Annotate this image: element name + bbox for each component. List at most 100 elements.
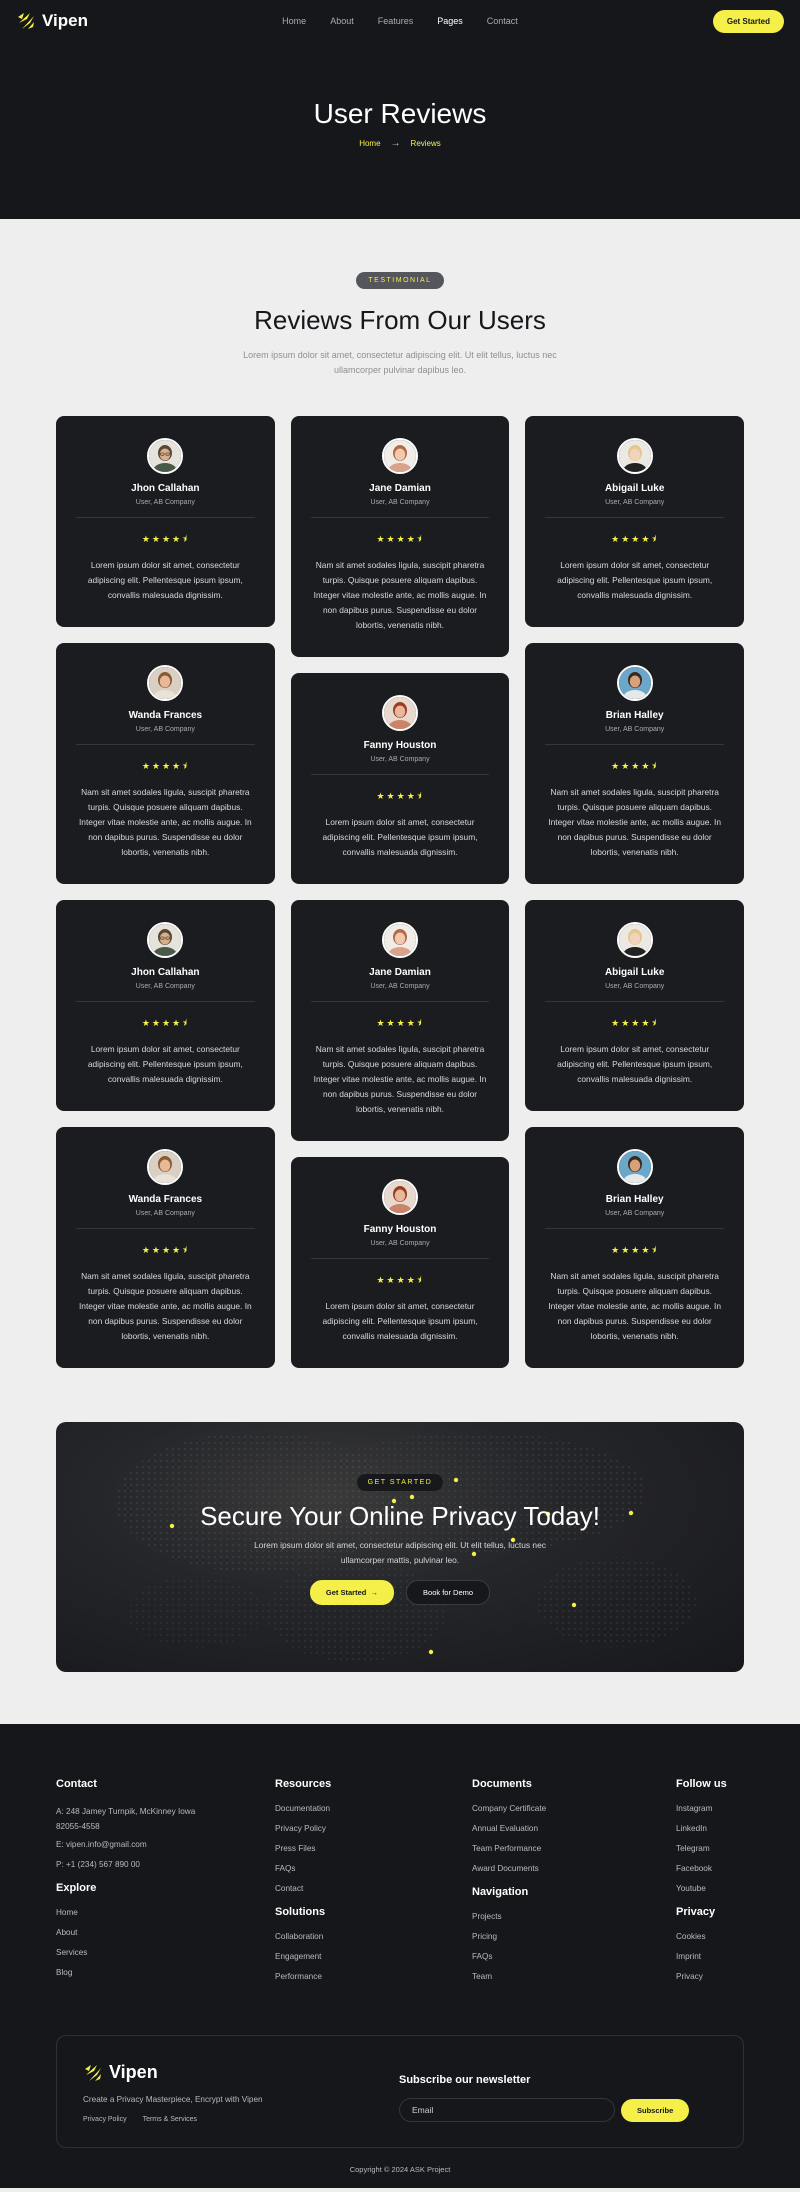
footer-link[interactable]: Facebook: [676, 1864, 744, 1874]
woman-curly-avatar-icon: [147, 665, 184, 701]
review-text: Nam sit amet sodales ligula, suscipit ph…: [313, 1044, 487, 1114]
card-divider: [545, 1228, 725, 1229]
footer-link[interactable]: Press Files: [275, 1844, 472, 1854]
footer-link[interactable]: LinkedIn: [676, 1824, 744, 1834]
footer-link[interactable]: Privacy: [676, 1972, 744, 1982]
footer-link[interactable]: Collaboration: [275, 1932, 472, 1942]
review-column-left: Jhon Callahan User, AB Company ★★★★⯨ Lor…: [56, 416, 275, 1368]
footer-logo[interactable]: Vipen: [83, 2062, 399, 2083]
card-divider: [76, 517, 255, 518]
footer-link[interactable]: Pricing: [472, 1932, 676, 1942]
follow-heading: Follow us: [676, 1778, 727, 1790]
footer-tagline: Create a Privacy Masterpiece, Encrypt wi…: [83, 2095, 263, 2104]
nav-contact[interactable]: Contact: [487, 16, 518, 26]
nav-about[interactable]: About: [330, 16, 354, 26]
cta-get-started-button[interactable]: Get Started →: [309, 1580, 395, 1605]
cta-buttons: Get Started → Book for Demo: [56, 1580, 744, 1605]
footer-link[interactable]: Performance: [275, 1972, 472, 1982]
footer-link[interactable]: Projects: [472, 1912, 676, 1922]
footer-link[interactable]: Team Performance: [472, 1844, 676, 1854]
footer-link[interactable]: Home: [56, 1908, 275, 1918]
newsletter-title: Subscribe our newsletter: [399, 2074, 531, 2086]
breadcrumb-home[interactable]: Home: [359, 139, 380, 148]
footer-col-contact: Contact A: 248 Jamey Turnpik, McKinney I…: [56, 1778, 275, 1992]
documents-links: Company Certificate Annual Evaluation Team…: [472, 1804, 676, 1874]
subscribe-button[interactable]: Subscribe: [621, 2098, 690, 2122]
contact-phone[interactable]: P: +1 (234) 567 890 00: [56, 1860, 275, 1870]
footer-link[interactable]: Youtube: [676, 1884, 744, 1894]
brand-name: Vipen: [42, 11, 88, 30]
newsletter-email-input[interactable]: [399, 2098, 615, 2122]
get-started-button[interactable]: Get Started: [712, 9, 784, 33]
reviewer-role: User, AB Company: [135, 726, 195, 733]
review-card: Brian Halley User, AB Company ★★★★⯨ Nam …: [525, 643, 745, 884]
reviewer-role: User, AB Company: [135, 983, 195, 990]
page-title: User Reviews: [313, 98, 487, 129]
footer-link[interactable]: About: [56, 1928, 275, 1938]
reviewer-name: Wanda Frances: [128, 1194, 203, 1205]
privacy-policy-link[interactable]: Privacy Policy: [83, 2116, 127, 2123]
explore-links: Home About Services Blog: [56, 1908, 275, 1978]
man-glasses-avatar-icon: [147, 922, 184, 958]
book-demo-button[interactable]: Book for Demo: [406, 1580, 491, 1605]
top-nav: Vipen Home About Features Pages Contact …: [0, 0, 800, 42]
nav-features[interactable]: Features: [378, 16, 414, 26]
footer-link[interactable]: Annual Evaluation: [472, 1824, 676, 1834]
footer-newsletter-box: Vipen Create a Privacy Masterpiece, Encr…: [56, 2035, 744, 2148]
footer-legal-links: Privacy Policy Terms & Services: [83, 2116, 399, 2123]
newsletter: Subscribe our newsletter Subscribe: [399, 2062, 717, 2123]
reviewer-role: User, AB Company: [135, 499, 195, 506]
page-header: Vipen Home About Features Pages Contact …: [0, 0, 800, 219]
woman-redhead-avatar-icon: [382, 1179, 418, 1215]
footer-link[interactable]: Company Certificate: [472, 1804, 676, 1814]
terms-link[interactable]: Terms & Services: [143, 2116, 197, 2123]
star-rating-icon: ★★★★⯨: [141, 761, 189, 771]
woman-avatar-icon: [382, 922, 418, 958]
vipen-logo-icon: [18, 13, 34, 29]
cta-title: Secure Your Online Privacy Today!: [200, 1501, 600, 1531]
contact-email[interactable]: E: vipen.info@gmail.com: [56, 1840, 275, 1850]
review-card: Abigail Luke User, AB Company ★★★★⯨ Lore…: [525, 416, 745, 627]
nav-home[interactable]: Home: [282, 16, 306, 26]
footer-link[interactable]: FAQs: [275, 1864, 472, 1874]
star-rating-icon: ★★★★⯨: [141, 1245, 189, 1255]
review-card: Fanny Houston User, AB Company ★★★★⯨ Lor…: [290, 673, 510, 884]
testimonials-section: TESTIMONIAL Reviews From Our Users Lorem…: [0, 219, 800, 1422]
card-divider: [310, 1001, 490, 1002]
footer-link[interactable]: Instagram: [676, 1804, 744, 1814]
solutions-links: Collaboration Engagement Performance: [275, 1932, 472, 1982]
footer-link[interactable]: Privacy Policy: [275, 1824, 472, 1834]
man-smiling-avatar-icon: [616, 1149, 653, 1185]
reviewer-name: Abigail Luke: [604, 483, 665, 494]
footer-link[interactable]: Team: [472, 1972, 676, 1982]
footer-link[interactable]: Documentation: [275, 1804, 472, 1814]
review-text: Lorem ipsum dolor sit amet, consectetur …: [557, 560, 713, 600]
card-divider: [76, 1228, 255, 1229]
footer-link[interactable]: Telegram: [676, 1844, 744, 1854]
footer-link[interactable]: Award Documents: [472, 1864, 676, 1874]
footer-link[interactable]: Cookies: [676, 1932, 744, 1942]
brand-logo[interactable]: Vipen: [16, 11, 88, 31]
documents-heading: Documents: [472, 1778, 532, 1790]
star-rating-icon: ★★★★⯨: [376, 1275, 424, 1285]
navigation-heading: Navigation: [472, 1886, 529, 1898]
card-divider: [310, 774, 490, 775]
reviewer-name: Brian Halley: [605, 710, 664, 721]
footer-link[interactable]: Blog: [56, 1968, 275, 1978]
reviewer-role: User, AB Company: [370, 756, 430, 763]
explore-heading: Explore: [56, 1882, 97, 1894]
review-text: Lorem ipsum dolor sit amet, consectetur …: [557, 1044, 713, 1084]
contact-address: A: 248 Jamey Turnpik, McKinney Iowa 8205…: [56, 1807, 196, 1831]
star-rating-icon: ★★★★⯨: [376, 791, 424, 801]
footer-link[interactable]: Contact: [275, 1884, 472, 1894]
star-rating-icon: ★★★★⯨: [611, 1018, 659, 1028]
footer-link[interactable]: FAQs: [472, 1952, 676, 1962]
resources-heading: Resources: [275, 1778, 332, 1790]
footer-link[interactable]: Services: [56, 1948, 275, 1958]
footer-link[interactable]: Engagement: [275, 1952, 472, 1962]
arrow-right-icon: →: [390, 138, 401, 149]
nav-pages[interactable]: Pages: [437, 16, 463, 26]
footer-link[interactable]: Imprint: [676, 1952, 744, 1962]
woman-avatar-icon: [382, 438, 418, 474]
review-text: Lorem ipsum dolor sit amet, consectetur …: [87, 560, 243, 600]
